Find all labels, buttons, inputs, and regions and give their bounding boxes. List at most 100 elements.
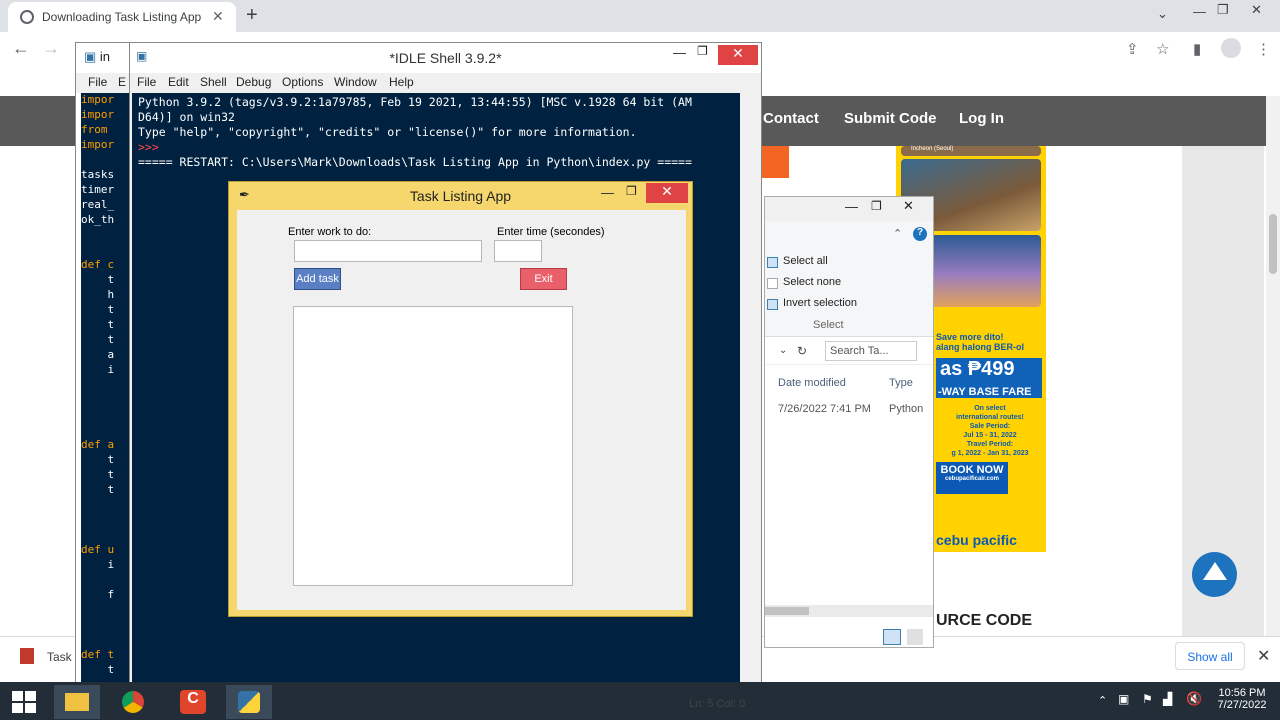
task-app-minimize-button[interactable]: — <box>601 185 614 200</box>
work-input[interactable] <box>294 240 482 262</box>
ad-price: as ₱499 <box>936 358 1042 388</box>
select-none-button[interactable]: Select none <box>767 276 842 289</box>
taskbar-python[interactable] <box>226 685 272 719</box>
invert-selection-icon <box>767 299 778 310</box>
menu-help[interactable]: Help <box>389 75 414 89</box>
task-app-close-button[interactable]: ✕ <box>646 183 688 203</box>
select-all-label: Select all <box>783 255 828 267</box>
editor-code-line: t <box>81 318 115 331</box>
explorer-maximize-button[interactable]: ❐ <box>871 199 882 213</box>
nav-link-contact[interactable]: Contact <box>763 110 819 127</box>
tray-app-icon[interactable]: ▣ <box>1118 692 1129 706</box>
editor-menu-file[interactable]: File <box>88 75 107 89</box>
shell-status-bar: Ln: 5 Col: 0 <box>689 698 746 710</box>
editor-code-line <box>81 243 131 258</box>
page-scrollbar[interactable] <box>1266 96 1280 636</box>
menu-file[interactable]: File <box>137 75 156 89</box>
menu-shell[interactable]: Shell <box>200 75 227 89</box>
scroll-to-top-button[interactable] <box>1192 552 1237 597</box>
minimize-button[interactable]: — <box>1193 4 1206 19</box>
ad-image-strip: Incheon (Seoul) <box>901 146 1041 156</box>
editor-menubar: File E <box>76 73 136 93</box>
scrollbar-thumb[interactable] <box>1269 214 1277 274</box>
close-download-shelf-button[interactable]: ✕ <box>1257 646 1270 666</box>
editor-code-line <box>81 228 131 243</box>
taskbar-camtasia[interactable]: C <box>170 685 216 719</box>
ad-logo: cebu pacific <box>936 532 1017 548</box>
help-icon[interactable]: ? <box>913 227 927 241</box>
windows-start-button[interactable] <box>12 691 36 713</box>
editor-code-line <box>81 618 131 633</box>
chevron-down-icon[interactable]: ⌄ <box>1157 6 1168 22</box>
task-app-title: Task Listing App <box>409 188 512 204</box>
column-type[interactable]: Type <box>889 377 913 389</box>
shell-close-button[interactable]: ✕ <box>718 45 758 65</box>
select-all-button[interactable]: Select all <box>767 255 828 268</box>
idle-editor-window: ▣ in File E impor impor from impor tasks time… <box>75 42 136 693</box>
shell-minimize-button[interactable]: — <box>673 45 686 60</box>
menu-options[interactable]: Options <box>282 75 323 89</box>
close-button[interactable]: ✕ <box>1251 2 1262 18</box>
taskbar-chrome[interactable] <box>110 685 156 719</box>
menu-debug[interactable]: Debug <box>236 75 271 89</box>
scrollbar-thumb[interactable] <box>765 607 809 615</box>
history-dropdown-icon[interactable]: ⌄ <box>779 345 787 356</box>
select-none-label: Select none <box>783 276 842 288</box>
time-input[interactable] <box>494 240 542 262</box>
share-icon[interactable]: ⇪ <box>1126 40 1139 58</box>
editor-code-area[interactable]: impor impor from impor tasks timer real_ ok_th d… <box>81 93 131 693</box>
sidepanel-icon[interactable]: ▮ <box>1193 40 1201 58</box>
folder-icon <box>65 693 89 711</box>
explorer-minimize-button[interactable]: — <box>845 199 858 214</box>
large-icons-view-icon[interactable] <box>907 629 923 645</box>
add-task-button[interactable]: Add task <box>294 268 341 290</box>
taskbar-file-explorer[interactable] <box>54 685 100 719</box>
explorer-horizontal-scrollbar[interactable] <box>765 605 933 617</box>
task-app-maximize-button[interactable]: ❐ <box>626 184 637 198</box>
profile-avatar[interactable] <box>1221 38 1241 58</box>
download-item-name[interactable]: Task <box>47 650 72 664</box>
star-icon[interactable]: ☆ <box>1156 40 1169 58</box>
taskbar-clock[interactable]: 10:56 PM 7/27/2022 <box>1214 687 1270 711</box>
task-listbox[interactable] <box>293 306 573 586</box>
editor-code-line: def c <box>81 258 115 271</box>
nav-link-submit-code[interactable]: Submit Code <box>844 110 937 127</box>
new-tab-button[interactable]: + <box>246 4 258 27</box>
exit-button[interactable]: Exit <box>520 268 567 290</box>
menu-edit[interactable]: Edit <box>168 75 189 89</box>
browser-tab-active[interactable]: Downloading Task Listing App in Python w… <box>8 2 236 32</box>
editor-code-line <box>81 423 131 438</box>
tab-close-icon[interactable]: ✕ <box>212 8 224 25</box>
ribbon-collapse-icon[interactable]: ⌃ <box>893 227 902 240</box>
show-all-downloads-button[interactable]: Show all <box>1175 642 1245 670</box>
explorer-close-button[interactable]: ✕ <box>903 198 914 214</box>
maximize-button[interactable]: ❐ <box>1217 2 1229 18</box>
forward-arrow-icon[interactable]: → <box>42 38 60 59</box>
explorer-search-input[interactable]: Search Ta... <box>825 341 917 361</box>
tray-overflow-icon[interactable]: ⌃ <box>1098 694 1107 707</box>
details-view-icon[interactable] <box>883 629 901 645</box>
editor-tab[interactable]: ▣ in <box>84 49 110 65</box>
ad-city-label: Incheon (Seoul) <box>911 146 954 152</box>
back-arrow-icon[interactable]: ← <box>12 38 30 59</box>
editor-code-line: real_ <box>81 198 115 211</box>
ad-tagline-2: alang halong BER-ol <box>936 342 1025 352</box>
network-icon[interactable]: ▟ <box>1163 692 1172 706</box>
editor-code-line: h <box>81 288 115 301</box>
nav-link-login[interactable]: Log In <box>959 110 1004 127</box>
editor-title: in <box>99 49 111 64</box>
ad-book-now-button[interactable]: BOOK NOW cebupacificair.com <box>936 462 1008 494</box>
invert-selection-button[interactable]: Invert selection <box>767 297 857 310</box>
menu-window[interactable]: Window <box>334 75 377 89</box>
volume-muted-icon[interactable]: 🔇 <box>1186 691 1202 707</box>
refresh-icon[interactable]: ↻ <box>797 344 807 358</box>
column-date-modified[interactable]: Date modified <box>778 377 846 389</box>
kebab-menu-icon[interactable]: ⋮ <box>1256 40 1271 58</box>
tray-flag-icon[interactable]: ⚑ <box>1142 692 1153 706</box>
editor-menu-edit[interactable]: E <box>118 75 126 89</box>
editor-code-line: def a <box>81 438 115 451</box>
shell-maximize-button[interactable]: ❐ <box>697 44 708 58</box>
shell-scrollbar[interactable] <box>742 93 760 689</box>
file-explorer-window: — ❐ ✕ ⌃ ? Select all Select none Invert … <box>764 196 934 648</box>
orange-banner <box>762 146 789 178</box>
